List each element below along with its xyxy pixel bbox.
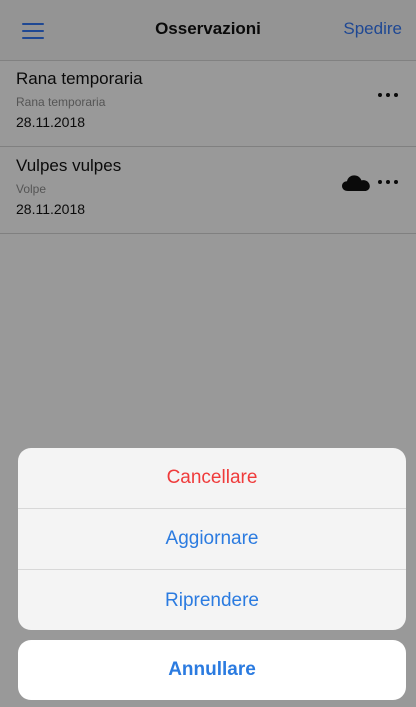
resume-action-button[interactable]: Riprendere	[18, 570, 406, 630]
delete-action-button[interactable]: Cancellare	[18, 448, 406, 509]
cancel-button[interactable]: Annullare	[18, 640, 406, 700]
action-sheet: Cancellare Aggiornare Riprendere	[18, 448, 406, 630]
update-action-button[interactable]: Aggiornare	[18, 509, 406, 570]
